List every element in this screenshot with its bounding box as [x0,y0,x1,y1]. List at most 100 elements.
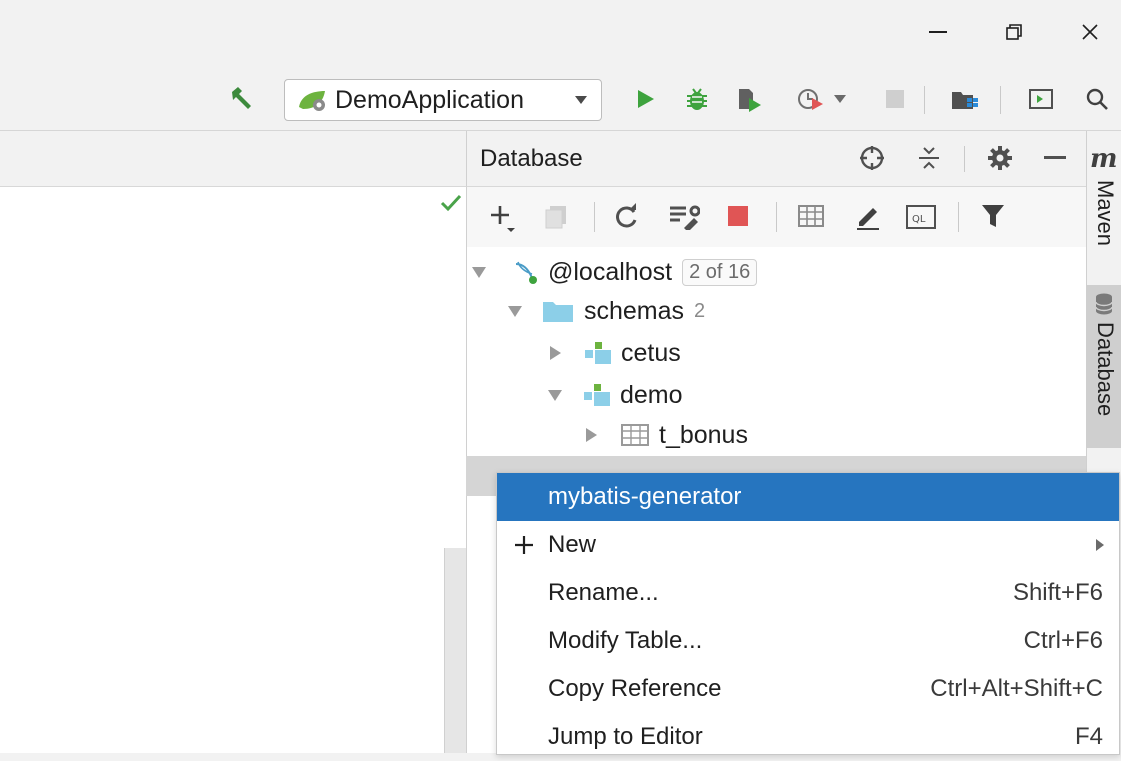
table-icon [621,424,649,446]
profile-icon [798,89,823,110]
minimize-button[interactable] [910,8,966,56]
expand-triangle-icon[interactable] [472,266,486,278]
project-structure-button[interactable] [950,84,980,114]
refresh-button[interactable] [612,202,640,235]
run-button[interactable] [630,84,660,114]
project-structure-icon [952,92,978,109]
restore-button[interactable] [986,8,1042,56]
restore-icon [1006,24,1022,40]
profile-dropdown[interactable] [828,84,852,114]
expand-triangle-icon[interactable] [508,305,522,317]
duplicate-button [544,204,568,235]
menu-item-shortcut: Shift+F6 [1012,579,1103,606]
collapsed-triangle-icon[interactable] [586,428,597,442]
stop-icon [886,90,904,108]
stop-icon [728,206,748,226]
tree-node-demo[interactable]: demo [470,374,683,416]
debug-button[interactable] [682,84,712,114]
menu-item-shortcut: F4 [1074,723,1103,750]
chevron-down-icon [575,96,587,104]
add-data-source-button[interactable] [488,202,518,237]
search-icon [1086,88,1108,110]
copy-icon [545,206,566,229]
run-configuration-label: DemoApplication [335,85,524,114]
database-panel-title: Database [480,145,583,172]
menu-item-new[interactable]: New [497,521,1119,569]
terminal-button[interactable] [1026,84,1056,114]
pencil-icon [857,208,879,230]
svg-text:QL: QL [912,214,926,225]
menu-item-modify-table[interactable]: Modify Table... Ctrl+F6 [497,617,1119,665]
checkmark-icon [440,194,462,212]
tree-node-localhost[interactable]: @localhost 2 of 16 [470,251,758,293]
schema-icon [584,384,610,406]
editor-area[interactable] [0,187,466,753]
profile-button[interactable] [796,84,826,114]
data-source-properties-button[interactable] [668,202,701,235]
maven-tab[interactable]: Maven [1092,180,1118,246]
menu-item-jump-to-editor[interactable]: Jump to Editor F4 [497,713,1119,761]
filter-icon [982,205,1004,227]
database-tools-icon [670,205,701,232]
editor-tab-bar [0,131,466,187]
settings-button[interactable] [986,144,1014,177]
hide-panel-button[interactable] [1044,156,1066,159]
menu-item-rename[interactable]: Rename... Shift+F6 [497,569,1119,617]
menu-item-label: New [548,531,597,558]
context-menu: mybatis-generator New Rename... Shift+F6… [496,472,1120,755]
tree-node-cetus[interactable]: cetus [470,332,681,374]
menu-item-mybatis-generator[interactable]: mybatis-generator [497,473,1119,521]
toolbar-separator [924,86,925,114]
t-bonus-label: t_bonus [659,420,748,449]
plus-icon [515,536,533,554]
menu-item-label: mybatis-generator [548,483,742,510]
toolbar-separator [594,202,595,232]
toolbar-separator [1000,86,1001,114]
gear-icon [988,146,1012,170]
menu-item-shortcut: Ctrl+Alt+Shift+C [930,675,1103,702]
tree-node-t-bonus[interactable]: t_bonus [470,414,748,456]
mysql-icon [515,261,537,284]
spring-boot-icon [299,91,325,111]
minimize-icon [929,31,947,33]
query-console-button[interactable]: QL [906,204,936,235]
maven-m-icon: m [1090,144,1118,174]
editor-scroll-gutter [444,548,467,753]
submenu-arrow-icon [1096,539,1104,551]
hammer-icon [232,87,251,109]
stop-button[interactable] [880,84,910,114]
locate-button[interactable] [858,144,886,177]
collapse-all-button[interactable] [916,144,942,177]
minimize-icon [1044,156,1066,159]
database-icon [1095,293,1113,315]
tree-node-schemas[interactable]: schemas 2 [470,290,705,332]
close-button[interactable] [1062,8,1118,56]
terminal-icon [1029,89,1053,109]
database-tab[interactable]: Database [1092,322,1118,416]
filter-button[interactable] [980,202,1006,235]
disconnect-button[interactable] [728,206,748,226]
run-with-coverage-button[interactable] [734,84,764,114]
toolbar-separator [776,202,777,232]
menu-item-label: Rename... [548,579,659,606]
coverage-icon [739,89,761,112]
edit-source-button[interactable] [854,202,882,235]
schemas-label: schemas [584,296,685,325]
schemas-count: 2 [694,299,706,322]
run-configuration-selector[interactable]: DemoApplication [284,79,602,121]
crosshair-icon [860,146,884,170]
menu-item-label: Copy Reference [548,675,722,702]
schema-icon [585,342,611,364]
menu-item-label: Modify Table... [548,627,703,654]
menu-item-shortcut: Ctrl+F6 [1023,627,1103,654]
table-editor-button[interactable] [798,204,824,233]
plus-icon [491,206,515,232]
search-everywhere-button[interactable] [1082,84,1112,114]
schema-count-badge: 2 of 16 [682,258,758,286]
build-button[interactable] [226,84,256,114]
expand-triangle-icon[interactable] [548,389,562,401]
collapsed-triangle-icon[interactable] [550,346,561,360]
host-label: @localhost [548,257,673,286]
menu-item-copy-reference[interactable]: Copy Reference Ctrl+Alt+Shift+C [497,665,1119,713]
ql-console-icon: QL [906,205,936,229]
